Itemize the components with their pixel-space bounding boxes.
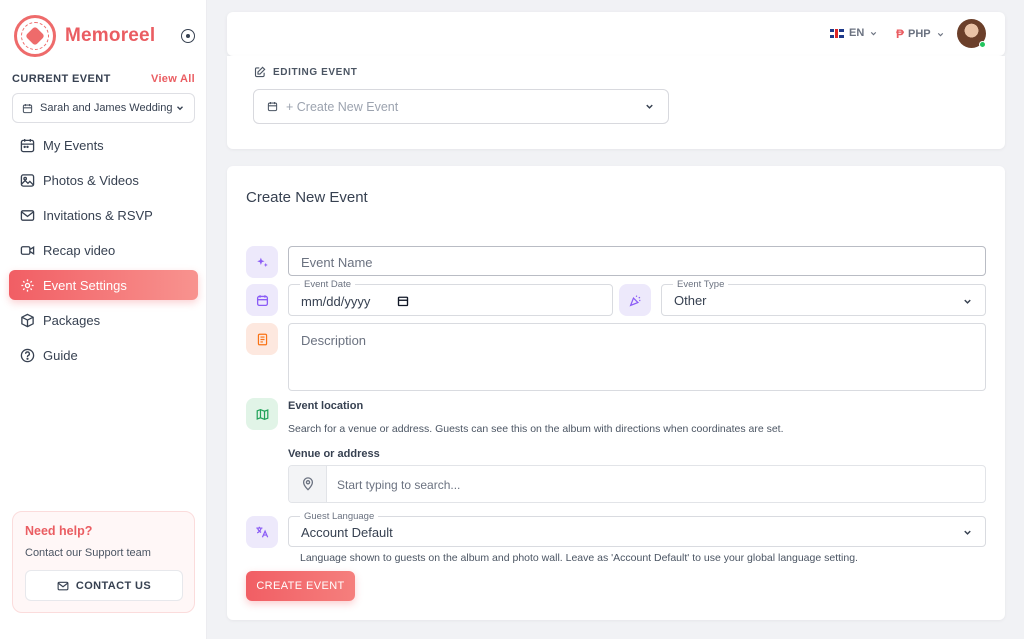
current-event-header: CURRENT EVENT View All	[12, 73, 195, 85]
help-circle-icon	[20, 348, 35, 362]
map-icon	[246, 398, 278, 430]
sidebar-item-invitations[interactable]: Invitations & RSVP	[9, 200, 198, 230]
sidebar-item-label: Recap video	[43, 242, 116, 258]
sidebar: Memoreel CURRENT EVENT View All Sarah an…	[0, 0, 207, 639]
event-type-select[interactable]: Event Type Other	[661, 279, 986, 316]
sidebar-item-my-events[interactable]: My Events	[9, 130, 198, 160]
guest-language-help: Language shown to guests on the album an…	[300, 552, 858, 564]
edit-icon	[254, 66, 266, 78]
current-event-value: Sarah and James Wedding	[40, 102, 173, 114]
sidebar-toggle-icon[interactable]	[181, 29, 195, 43]
create-event-button[interactable]: CREATE EVENT	[246, 571, 355, 601]
brand-logo	[14, 15, 56, 57]
currency-selector[interactable]: ₱ PHP	[896, 27, 945, 41]
help-title: Need help?	[25, 524, 93, 538]
sidebar-item-label: Invitations & RSVP	[43, 207, 153, 223]
sidebar-item-label: Event Settings	[43, 277, 127, 293]
guest-language-value: Account Default	[301, 525, 393, 540]
editing-event-header: EDITING EVENT	[254, 66, 357, 78]
editing-event-select[interactable]: + Create New Event	[253, 89, 669, 124]
calendar-icon	[22, 103, 33, 113]
calendar-picker-icon[interactable]	[397, 295, 409, 307]
event-type-value: Other	[674, 293, 707, 308]
sidebar-item-label: My Events	[43, 137, 104, 153]
chevron-down-icon	[937, 32, 943, 36]
event-name-input[interactable]: Event Name	[288, 246, 986, 276]
guest-language-label: Guest Language	[300, 511, 379, 522]
venue-search-input[interactable]: Start typing to search...	[288, 465, 986, 503]
gear-icon	[21, 278, 34, 292]
chevron-down-icon	[177, 106, 183, 111]
current-event-label: CURRENT EVENT	[12, 73, 111, 85]
sidebar-item-label: Guide	[43, 347, 78, 363]
peso-icon: ₱	[896, 27, 905, 41]
video-icon	[20, 245, 35, 255]
translate-icon	[246, 516, 278, 548]
event-location-description: Search for a venue or address. Guests ca…	[288, 423, 784, 435]
mail-icon	[57, 581, 69, 590]
calendar-icon	[20, 138, 35, 152]
chevron-down-icon	[646, 104, 653, 109]
venue-search-placeholder: Start typing to search...	[337, 478, 461, 492]
mail-icon	[20, 209, 35, 221]
brand-name: Memoreel	[65, 25, 156, 46]
calendar-icon	[267, 102, 278, 112]
sparkle-icon	[246, 246, 278, 278]
create-event-card: Create New Event Event Name Event Date m…	[227, 166, 1005, 620]
language-selector[interactable]: EN	[830, 27, 878, 39]
image-icon	[20, 173, 35, 187]
description-textarea[interactable]: Description	[288, 323, 986, 391]
online-status-icon	[979, 41, 986, 48]
event-location-title: Event location	[288, 400, 364, 412]
top-bar: EN ₱ PHP	[227, 12, 1005, 56]
create-event-title: Create New Event	[246, 189, 368, 206]
event-date-input[interactable]: Event Date mm/dd/yyyy	[288, 279, 613, 316]
help-subtitle: Contact our Support team	[25, 547, 151, 559]
current-event-select[interactable]: Sarah and James Wedding	[12, 93, 195, 123]
view-all-link[interactable]: View All	[151, 73, 195, 85]
sidebar-nav: My Events Photos & Videos Invitations & …	[9, 130, 198, 375]
event-date-label: Event Date	[300, 279, 355, 290]
contact-us-button[interactable]: CONTACT US	[25, 570, 183, 601]
editing-event-label: EDITING EVENT	[273, 66, 358, 78]
language-value: EN	[849, 27, 865, 39]
calendar-icon	[246, 284, 278, 316]
help-card: Need help? Contact our Support team CONT…	[12, 511, 195, 613]
document-icon	[246, 323, 278, 355]
guest-language-select[interactable]: Guest Language Account Default	[288, 511, 986, 547]
contact-us-label: CONTACT US	[75, 579, 152, 592]
event-date-value: mm/dd/yyyy	[301, 294, 371, 309]
editing-event-value: + Create New Event	[286, 99, 399, 114]
venue-label: Venue or address	[288, 448, 380, 460]
sidebar-item-guide[interactable]: Guide	[9, 340, 198, 370]
chevron-down-icon	[871, 31, 877, 35]
sidebar-item-photos-videos[interactable]: Photos & Videos	[9, 165, 198, 195]
uk-flag-icon	[830, 28, 844, 38]
box-icon	[21, 313, 34, 327]
currency-value: PHP	[908, 28, 931, 40]
chevron-down-icon	[964, 530, 971, 535]
location-pin-icon	[289, 466, 327, 502]
event-name-placeholder: Event Name	[301, 255, 373, 270]
party-icon	[619, 284, 651, 316]
sidebar-item-event-settings[interactable]: Event Settings	[9, 270, 198, 300]
sidebar-item-label: Photos & Videos	[43, 172, 139, 188]
chevron-down-icon	[964, 299, 971, 304]
sidebar-item-packages[interactable]: Packages	[9, 305, 198, 335]
sidebar-item-recap-video[interactable]: Recap video	[9, 235, 198, 265]
sidebar-item-label: Packages	[43, 312, 101, 328]
editing-event-card: EDITING EVENT + Create New Event	[227, 56, 1005, 149]
brand[interactable]: Memoreel	[14, 15, 155, 57]
event-type-label: Event Type	[673, 279, 729, 290]
description-placeholder: Description	[301, 333, 367, 348]
